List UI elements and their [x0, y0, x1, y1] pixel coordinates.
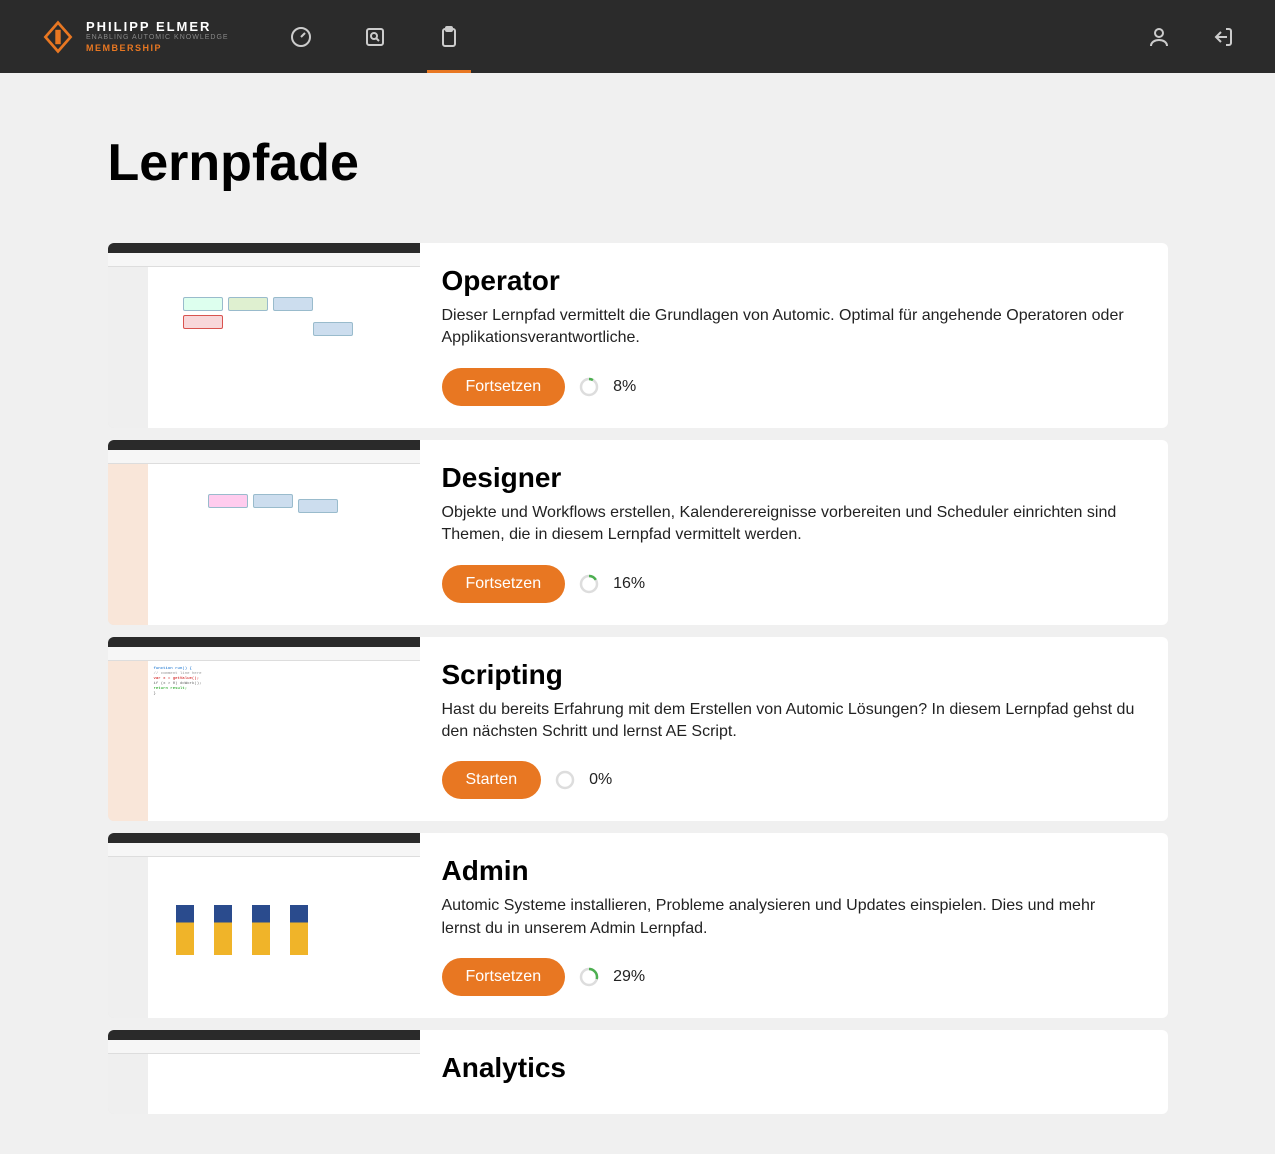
card-title: Scripting — [442, 659, 1138, 691]
learning-path-card[interactable]: Admin Automic Systeme installieren, Prob… — [108, 833, 1168, 1018]
card-title: Designer — [442, 462, 1138, 494]
learning-path-card[interactable]: function run() { // comment line here va… — [108, 637, 1168, 822]
card-thumbnail — [108, 440, 420, 625]
learning-path-card[interactable]: Analytics — [108, 1030, 1168, 1114]
card-title: Admin — [442, 855, 1138, 887]
learning-path-card[interactable]: Designer Objekte und Workflows erstellen… — [108, 440, 1168, 625]
clipboard-icon — [437, 25, 461, 49]
main-nav — [289, 25, 461, 49]
brand-name: PHILIPP ELMER — [86, 20, 229, 34]
user-icon — [1147, 25, 1171, 49]
progress-label: 0% — [589, 771, 612, 789]
nav-learning-paths[interactable] — [437, 25, 461, 49]
card-title: Analytics — [442, 1052, 1138, 1084]
continue-button[interactable]: Fortsetzen — [442, 565, 566, 603]
card-description: Hast du bereits Erfahrung mit dem Erstel… — [442, 699, 1138, 744]
brand-tagline: ENABLING AUTOMIC KNOWLEDGE — [86, 34, 229, 42]
progress-ring-icon — [579, 574, 599, 594]
logout-button[interactable] — [1211, 25, 1235, 49]
card-description: Objekte und Workflows erstellen, Kalende… — [442, 502, 1138, 547]
progress-label: 29% — [613, 968, 645, 986]
continue-button[interactable]: Fortsetzen — [442, 368, 566, 406]
card-thumbnail: function run() { // comment line here va… — [108, 637, 420, 822]
page-title: Lernpfade — [108, 133, 1168, 193]
user-menu[interactable] — [1147, 25, 1171, 49]
main-content: Lernpfade Operator Dieser Lernpfad vermi… — [108, 73, 1168, 1154]
card-thumbnail — [108, 1030, 420, 1114]
card-description: Dieser Lernpfad vermittelt die Grundlage… — [442, 305, 1138, 350]
card-thumbnail — [108, 833, 420, 1018]
start-button[interactable]: Starten — [442, 761, 542, 799]
header-right — [1147, 25, 1235, 49]
learning-path-card[interactable]: Operator Dieser Lernpfad vermittelt die … — [108, 243, 1168, 428]
search-page-icon — [363, 25, 387, 49]
progress-label: 8% — [613, 378, 636, 396]
card-description: Automic Systeme installieren, Probleme a… — [442, 895, 1138, 940]
gauge-icon — [289, 25, 313, 49]
brand-logo[interactable]: PHILIPP ELMER ENABLING AUTOMIC KNOWLEDGE… — [40, 19, 229, 55]
logo-icon — [40, 19, 76, 55]
learning-path-list: Operator Dieser Lernpfad vermittelt die … — [108, 243, 1168, 1114]
card-title: Operator — [442, 265, 1138, 297]
continue-button[interactable]: Fortsetzen — [442, 958, 566, 996]
progress-ring-icon — [579, 377, 599, 397]
card-thumbnail — [108, 243, 420, 428]
progress-ring-icon — [555, 770, 575, 790]
nav-search[interactable] — [363, 25, 387, 49]
nav-dashboard[interactable] — [289, 25, 313, 49]
logout-icon — [1211, 25, 1235, 49]
brand-membership: MEMBERSHIP — [86, 44, 229, 54]
progress-ring-icon — [579, 967, 599, 987]
top-header: PHILIPP ELMER ENABLING AUTOMIC KNOWLEDGE… — [0, 0, 1275, 73]
progress-label: 16% — [613, 575, 645, 593]
